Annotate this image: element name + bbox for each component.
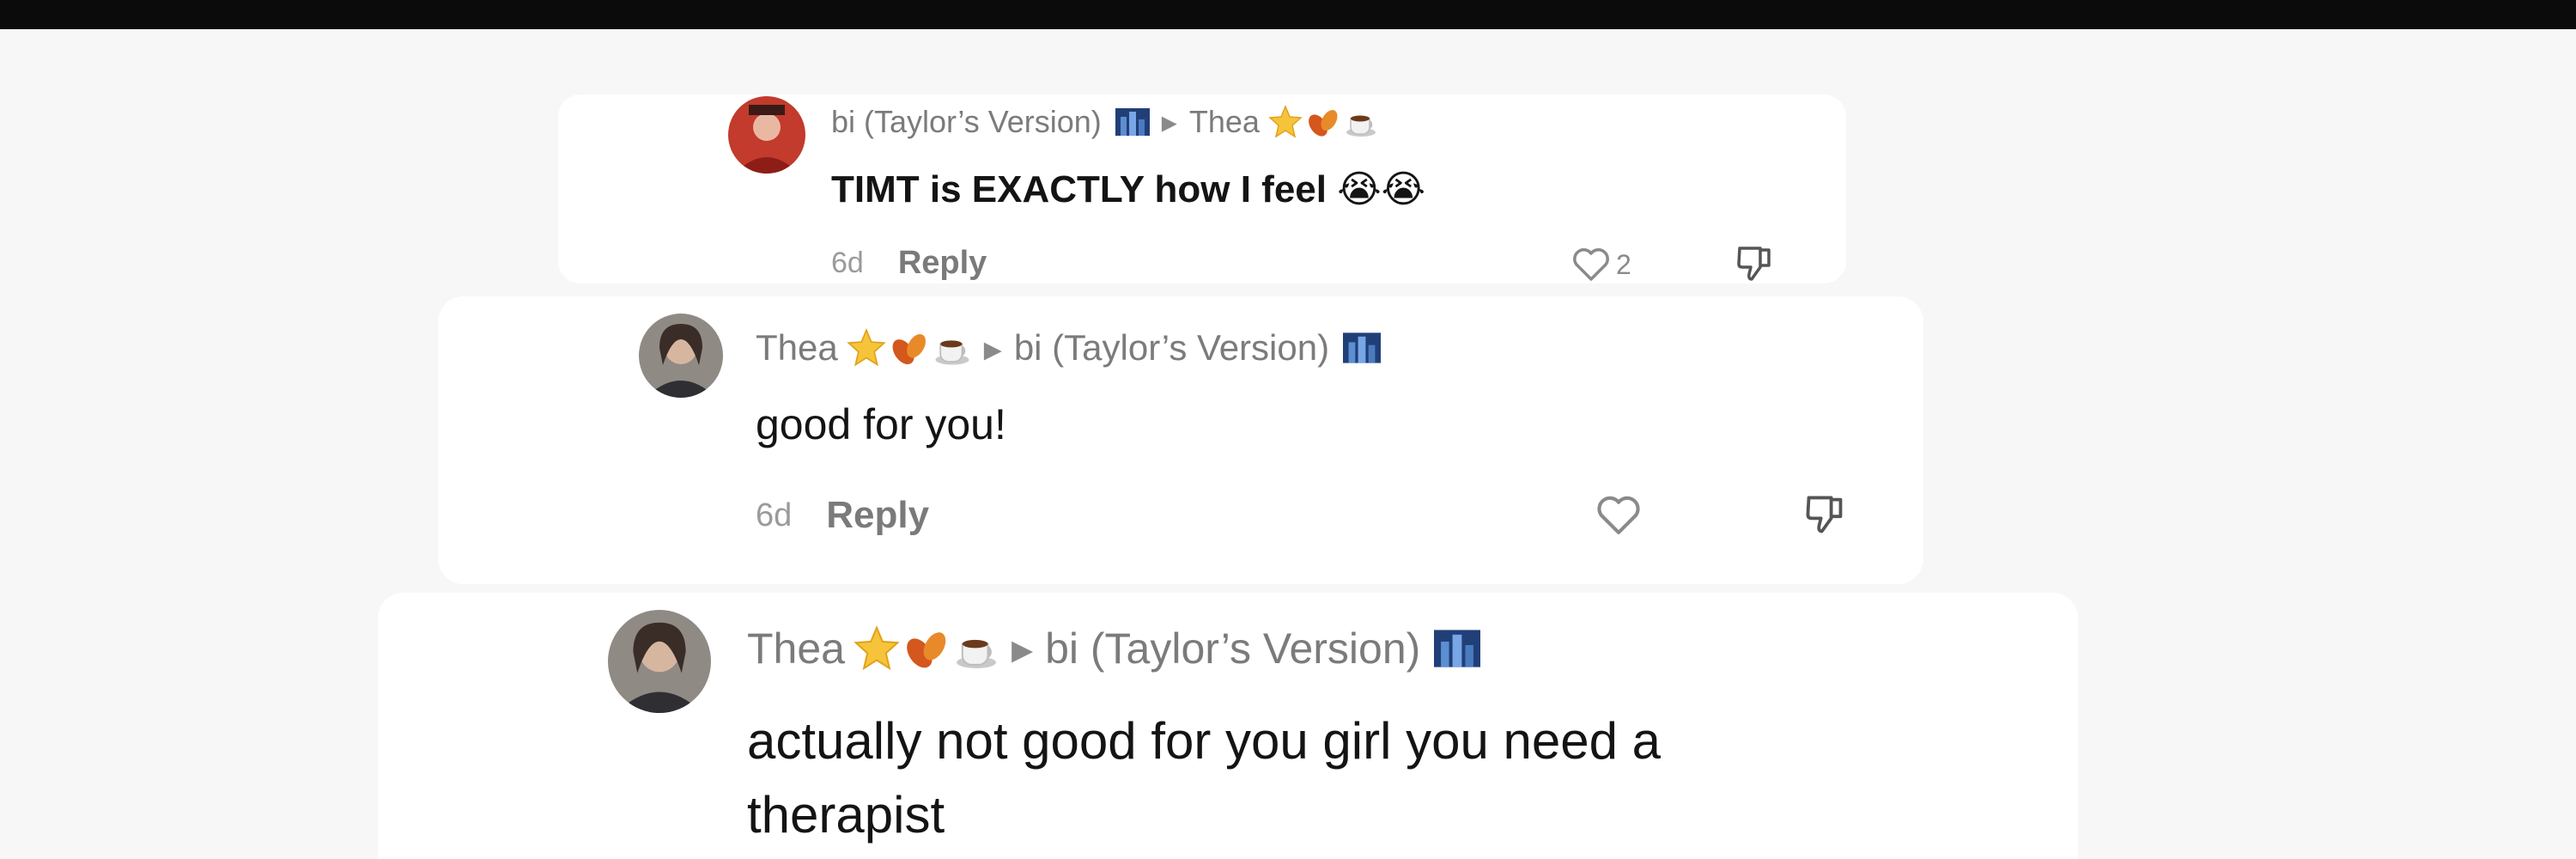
avatar[interactable] <box>728 96 805 174</box>
heart-icon <box>1573 248 1609 281</box>
name-emojis <box>1268 105 1378 139</box>
leaf-emoji <box>1309 110 1338 137</box>
comment-text: good for you! <box>756 400 1006 448</box>
like-count: 2 <box>1616 248 1631 280</box>
reply-arrow-icon: ▸ <box>1161 104 1177 139</box>
reply-arrow-icon: ▸ <box>1011 624 1034 673</box>
like-button[interactable] <box>1595 494 1642 537</box>
top-bar <box>0 0 2576 29</box>
like-button[interactable]: 2 <box>1571 245 1631 284</box>
name-emojis <box>846 328 972 368</box>
dislike-icon <box>1806 496 1843 533</box>
coffee-emoji <box>935 340 969 365</box>
comment-age: 6d <box>831 246 864 279</box>
star-emoji <box>1268 105 1303 138</box>
reply-button[interactable]: Reply <box>898 245 987 282</box>
author-name[interactable]: Thea <box>756 327 838 369</box>
city-flag-emoji <box>1434 630 1481 667</box>
reply-arrow-icon: ▸ <box>983 327 1002 369</box>
leaf-emoji <box>907 632 946 668</box>
dislike-button[interactable] <box>1803 491 1846 538</box>
author-name[interactable]: Thea <box>747 624 845 673</box>
comment-text-line: actually not good for you girl you need … <box>747 712 1662 770</box>
leaf-emoji <box>892 333 926 365</box>
dislike-button[interactable] <box>1735 243 1774 284</box>
coffee-emoji <box>1346 115 1376 137</box>
dislike-icon <box>1737 247 1771 281</box>
comment-age: 6d <box>756 497 793 533</box>
comment-text: actually not good for you girl you need … <box>747 704 1661 852</box>
comment-text-line: therapist <box>747 786 945 844</box>
avatar[interactable] <box>608 610 711 713</box>
comment-meta: 6d Reply <box>831 242 987 283</box>
coffee-emoji <box>957 639 996 668</box>
comment-text: TIMT is EXACTLY how I feel 😭😭 <box>831 168 1426 210</box>
star-emoji <box>854 625 900 671</box>
star-emoji <box>846 328 886 367</box>
avatar[interactable] <box>639 314 723 398</box>
comment-header: Thea ▸ bi (Taylor’s Version) <box>747 620 1481 677</box>
name-emojis <box>854 625 999 672</box>
reply-button[interactable]: Reply <box>826 494 929 537</box>
heart-icon <box>1597 496 1640 535</box>
reply-to-name[interactable]: bi (Taylor’s Version) <box>1014 327 1329 369</box>
city-flag-emoji <box>1115 108 1150 136</box>
comment-header: bi (Taylor’s Version) ▸ Thea <box>831 101 1378 143</box>
comment-header: Thea ▸ bi (Taylor’s Version) <box>756 324 1382 372</box>
reply-to-name[interactable]: Thea <box>1189 104 1260 140</box>
author-name[interactable]: bi (Taylor’s Version) <box>831 104 1102 140</box>
comment-meta: 6d Reply <box>756 491 929 539</box>
city-flag-emoji <box>1343 332 1382 363</box>
reply-to-name[interactable]: bi (Taylor’s Version) <box>1045 624 1420 673</box>
